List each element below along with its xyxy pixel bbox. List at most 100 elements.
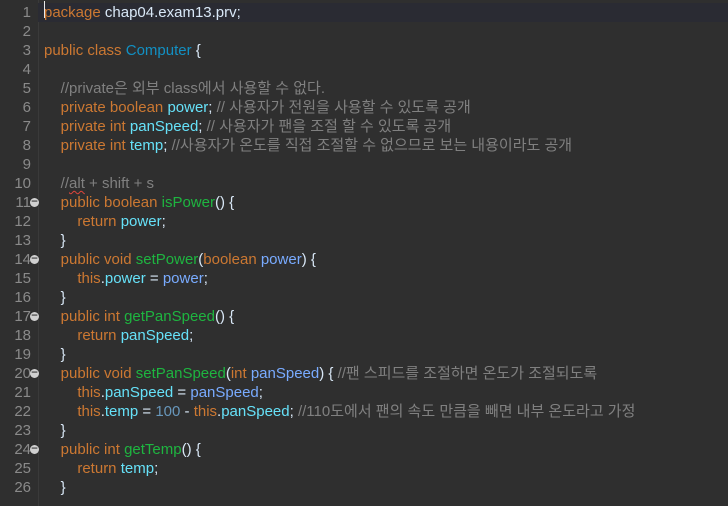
line-number: 23 [14, 422, 31, 439]
code-text[interactable]: public boolean isPower() { [44, 193, 234, 212]
code-line[interactable]: 22 this.temp = 100 - this.panSpeed; //11… [0, 402, 728, 421]
code-token: private [60, 99, 106, 116]
code-line[interactable]: 23 } [0, 421, 728, 440]
code-editor[interactable]: 1 package chap04.exam13.prv; 2 3 public clas… [0, 0, 728, 506]
code-line[interactable]: 5 //private은 외부 class에서 사용할 수 없다. [0, 79, 728, 98]
line-number: 13 [14, 232, 31, 249]
code-line[interactable]: 20− public void setPanSpeed(int panSpeed… [0, 364, 728, 383]
code-token: public [60, 365, 100, 382]
fold-collapse-icon[interactable]: − [30, 198, 39, 207]
code-token: this [77, 403, 101, 420]
line-number: 9 [22, 156, 31, 173]
code-line[interactable]: 18 return panSpeed; [0, 326, 728, 345]
code-text[interactable]: public int getPanSpeed() { [44, 307, 234, 326]
code-line[interactable]: 13 } [0, 231, 728, 250]
code-text[interactable]: public class Computer { [44, 41, 201, 60]
code-line[interactable]: 2 [0, 22, 728, 41]
code-token: = [138, 403, 156, 420]
line-number: 4 [22, 61, 31, 78]
code-line[interactable]: 10 //alt + shift + s [0, 174, 728, 193]
code-line[interactable]: 6 private boolean power; // 사용자가 전원을 사용할… [0, 98, 728, 117]
code-token: chap04.exam13.prv; [100, 4, 241, 21]
code-text[interactable]: private int panSpeed; // 사용자가 팬을 조절 할 수 … [44, 117, 451, 136]
code-text[interactable]: } [44, 231, 66, 250]
code-token: private [60, 137, 106, 154]
code-text[interactable]: private boolean power; // 사용자가 전원을 사용할 수… [44, 98, 471, 117]
line-number: 11 [15, 194, 31, 211]
fold-collapse-icon[interactable]: − [30, 369, 39, 378]
code-token: package [44, 4, 101, 21]
line-number: 7 [22, 118, 31, 135]
code-line[interactable]: 17− public int getPanSpeed() { [0, 307, 728, 326]
line-number: 3 [22, 42, 31, 59]
fold-collapse-icon[interactable]: − [30, 445, 39, 454]
code-line[interactable]: 8 private int temp; //사용자가 온도를 직접 조절할 수 … [0, 136, 728, 155]
code-token: power [162, 270, 204, 287]
code-line[interactable]: 4 [0, 60, 728, 79]
code-text[interactable]: //private은 외부 class에서 사용할 수 없다. [44, 79, 325, 98]
code-token: temp [104, 403, 139, 420]
code-token: panSpeed [104, 384, 174, 401]
fold-collapse-icon[interactable]: − [30, 255, 39, 264]
line-number: 12 [14, 213, 31, 230]
code-line[interactable]: 3 public class Computer { [0, 41, 728, 60]
code-line[interactable]: 1 package chap04.exam13.prv; [0, 3, 728, 22]
code-line[interactable]: 21 this.panSpeed = panSpeed; [0, 383, 728, 402]
code-token: ; [154, 460, 159, 477]
code-text[interactable]: } [44, 478, 66, 497]
code-token: // [44, 175, 70, 192]
code-line[interactable]: 7 private int panSpeed; // 사용자가 팬을 조절 할 … [0, 117, 728, 136]
code-text[interactable]: public int getTemp() { [44, 440, 201, 459]
code-line[interactable]: 25 return temp; [0, 459, 728, 478]
code-text[interactable]: public void setPower(boolean power) { [44, 250, 316, 269]
code-line[interactable]: 15 this.power = power; [0, 269, 728, 288]
code-text[interactable]: return power; [44, 212, 165, 231]
code-token: int [230, 365, 247, 382]
code-text[interactable]: this.power = power; [44, 269, 208, 288]
code-token: return [77, 460, 117, 477]
code-text[interactable]: this.temp = 100 - this.panSpeed; //110도에… [44, 402, 635, 421]
code-line[interactable]: 19 } [0, 345, 728, 364]
code-text[interactable]: return temp; [44, 459, 158, 478]
code-text[interactable]: } [44, 288, 66, 307]
code-token: // 사용자가 팬을 조절 할 수 있도록 공개 [206, 118, 452, 135]
code-token: this [193, 403, 218, 420]
code-token: public [60, 251, 100, 268]
code-line[interactable]: 11− public boolean isPower() { [0, 193, 728, 212]
code-token: } [44, 422, 66, 439]
fold-collapse-icon[interactable]: − [30, 312, 39, 321]
code-text[interactable]: } [44, 345, 66, 364]
line-number: 1 [22, 4, 31, 21]
code-text[interactable]: } [44, 421, 66, 440]
code-token: } [44, 289, 66, 306]
code-token: ) { [319, 365, 338, 382]
code-text[interactable]: this.panSpeed = panSpeed; [44, 383, 263, 402]
code-line[interactable]: 26 } [0, 478, 728, 497]
code-token: public [60, 194, 100, 211]
line-number: 15 [14, 270, 31, 287]
code-token: + shift + s [84, 175, 155, 192]
code-token: ; [208, 99, 217, 116]
code-line[interactable]: 9 [0, 155, 728, 174]
code-text[interactable]: //alt + shift + s [44, 174, 154, 193]
code-text[interactable]: public void setPanSpeed(int panSpeed) { … [44, 364, 598, 383]
code-line[interactable]: 14− public void setPower(boolean power) … [0, 250, 728, 269]
code-token: 100 [155, 403, 181, 420]
code-text[interactable]: private int temp; //사용자가 온도를 직접 조절할 수 없으… [44, 136, 572, 155]
code-token: { [191, 42, 201, 59]
code-token: () { [181, 441, 201, 458]
code-text[interactable]: package chap04.exam13.prv; [44, 3, 241, 22]
code-token: // 사용자가 전원을 사용할 수 있도록 공개 [216, 99, 471, 116]
code-token: power [167, 99, 209, 116]
code-token: isPower [161, 194, 215, 211]
code-line[interactable]: 16 } [0, 288, 728, 307]
code-text[interactable]: return panSpeed; [44, 326, 193, 345]
code-token: } [44, 232, 66, 249]
code-line[interactable]: 12 return power; [0, 212, 728, 231]
line-number: 2 [22, 23, 31, 40]
code-line[interactable]: 24− public int getTemp() { [0, 440, 728, 459]
code-token: getPanSpeed [124, 308, 215, 325]
